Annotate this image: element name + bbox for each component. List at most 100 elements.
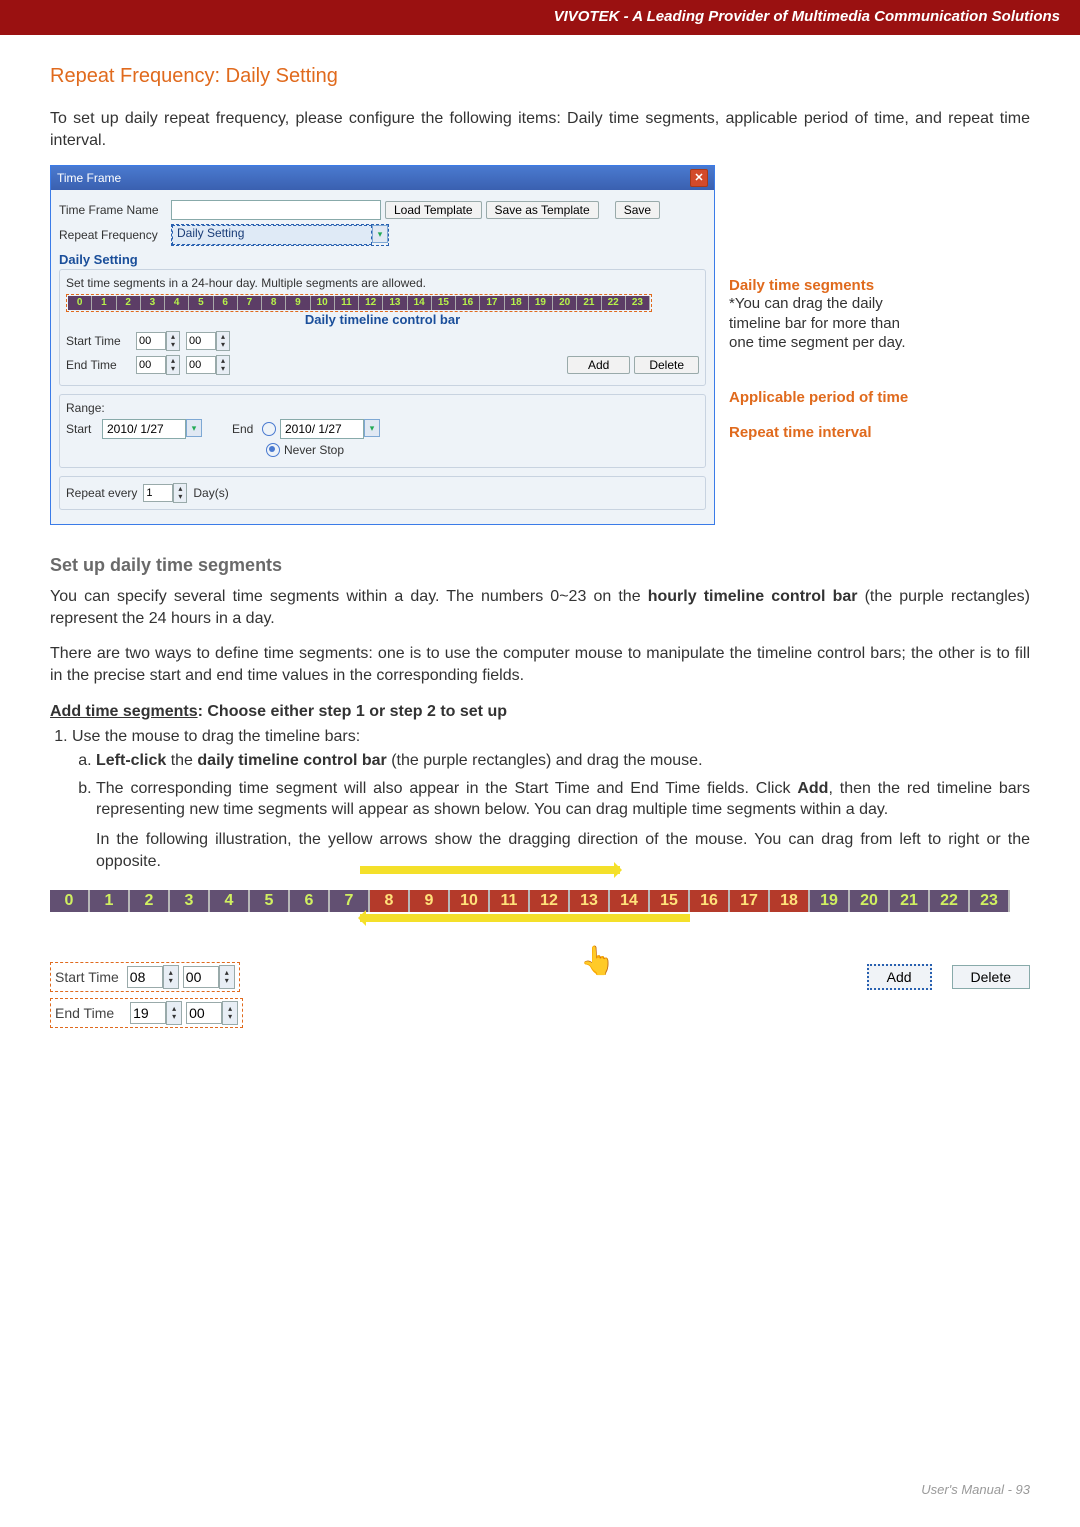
never-stop-radio[interactable] [266, 443, 280, 457]
timeline-hour-cell[interactable]: 21 [577, 296, 601, 310]
timeline-hour-cell[interactable]: 0 [68, 296, 92, 310]
timeline-hour-cell[interactable]: 13 [383, 296, 407, 310]
brand-text: VIVOTEK - A Leading Provider of Multimed… [554, 8, 1060, 25]
save-as-template-button[interactable]: Save as Template [486, 201, 599, 219]
timeline-hour-cell[interactable]: 17 [480, 296, 504, 310]
timeline-hour-cell[interactable]: 4 [165, 296, 189, 310]
paragraph-1: You can specify several time segments wi… [50, 586, 1030, 629]
page-footer: User's Manual - 93 [921, 1482, 1030, 1497]
repeat-unit-label: Day(s) [193, 486, 228, 500]
ill2-end-hour[interactable]: ▴▾ [130, 1001, 182, 1025]
big-timeline-cell[interactable]: 18 [770, 890, 810, 912]
annot-period-title: Applicable period of time [729, 389, 929, 406]
start-time-group: Start Time ▴▾ ▴▾ [50, 962, 240, 992]
ill2-delete-button[interactable]: Delete [952, 965, 1030, 989]
big-timeline-cell[interactable]: 7 [330, 890, 370, 912]
big-timeline-cell[interactable]: 20 [850, 890, 890, 912]
timeline-hour-cell[interactable]: 18 [505, 296, 529, 310]
timeline-hour-cell[interactable]: 10 [311, 296, 335, 310]
ill2-add-button[interactable]: Add [867, 964, 932, 990]
drag-illustration: 01234567891011121314151617181920212223 👆… [50, 866, 1030, 1028]
save-button[interactable]: Save [615, 201, 660, 219]
big-timeline-cell[interactable]: 2 [130, 890, 170, 912]
start-hour-stepper[interactable]: ▴▾ [136, 331, 180, 351]
big-timeline-cell[interactable]: 11 [490, 890, 530, 912]
timeline-hour-cell[interactable]: 6 [214, 296, 238, 310]
big-timeline-cell[interactable]: 14 [610, 890, 650, 912]
time-frame-dialog: Time Frame ✕ Time Frame Name Load Templa… [50, 165, 715, 525]
start-min-stepper[interactable]: ▴▾ [186, 331, 230, 351]
end-date-radio[interactable] [262, 422, 276, 436]
delete-button[interactable]: Delete [634, 356, 699, 374]
big-timeline-cell[interactable]: 5 [250, 890, 290, 912]
time-frame-name-input[interactable] [171, 200, 381, 220]
daily-timeline-bar[interactable]: 01234567891011121314151617181920212223 [66, 294, 652, 312]
timeline-hour-cell[interactable]: 2 [117, 296, 141, 310]
timeline-hour-cell[interactable]: 9 [286, 296, 310, 310]
dialog-titlebar: Time Frame ✕ [51, 166, 714, 190]
big-timeline-cell[interactable]: 19 [810, 890, 850, 912]
repeat-frequency-select[interactable]: Daily Setting [172, 225, 372, 245]
big-timeline-cell[interactable]: 9 [410, 890, 450, 912]
chevron-down-icon[interactable]: ▾ [372, 225, 388, 243]
paragraph-2: There are two ways to define time segmen… [50, 643, 1030, 686]
big-timeline-cell[interactable]: 4 [210, 890, 250, 912]
big-timeline-cell[interactable]: 1 [90, 890, 130, 912]
big-timeline-cell[interactable]: 21 [890, 890, 930, 912]
timeline-hour-cell[interactable]: 15 [432, 296, 456, 310]
big-timeline-cell[interactable]: 6 [290, 890, 330, 912]
timeline-hour-cell[interactable]: 14 [408, 296, 432, 310]
segments-note: Set time segments in a 24-hour day. Mult… [66, 276, 699, 290]
big-timeline-cell[interactable]: 12 [530, 890, 570, 912]
range-start-date[interactable] [102, 419, 186, 439]
end-time-label: End Time [66, 358, 136, 372]
chevron-down-icon[interactable]: ▾ [364, 419, 380, 437]
yellow-arrow-right [360, 866, 620, 874]
timeline-hour-cell[interactable]: 8 [262, 296, 286, 310]
dialog-title-text: Time Frame [57, 171, 121, 185]
ill2-end-min[interactable]: ▴▾ [186, 1001, 238, 1025]
timeline-hour-cell[interactable]: 5 [189, 296, 213, 310]
timeline-hour-cell[interactable]: 7 [238, 296, 262, 310]
cursor-hand-icon: 👆 [580, 944, 615, 977]
end-min-stepper[interactable]: ▴▾ [186, 355, 230, 375]
repeat-value-stepper[interactable]: ▴▾ [143, 483, 187, 503]
big-timeline-cell[interactable]: 13 [570, 890, 610, 912]
chevron-down-icon[interactable]: ▾ [186, 419, 202, 437]
range-end-label: End [232, 422, 262, 436]
timeline-hour-cell[interactable]: 12 [359, 296, 383, 310]
big-timeline-cell[interactable]: 17 [730, 890, 770, 912]
range-end-date[interactable] [280, 419, 364, 439]
timeline-hour-cell[interactable]: 1 [92, 296, 116, 310]
annot-daily-segments-title: Daily time segments [729, 277, 929, 294]
repeat-frequency-label: Repeat Frequency [59, 228, 171, 242]
yellow-arrow-left [360, 914, 690, 922]
timeline-hour-cell[interactable]: 23 [626, 296, 650, 310]
big-timeline-cell[interactable]: 22 [930, 890, 970, 912]
ill2-start-hour[interactable]: ▴▾ [127, 965, 179, 989]
big-timeline-cell[interactable]: 16 [690, 890, 730, 912]
big-timeline-cell[interactable]: 15 [650, 890, 690, 912]
add-button[interactable]: Add [567, 356, 630, 374]
big-timeline-cell[interactable]: 0 [50, 890, 90, 912]
timeline-hour-cell[interactable]: 16 [456, 296, 480, 310]
big-timeline-cell[interactable]: 8 [370, 890, 410, 912]
ill2-start-min[interactable]: ▴▾ [183, 965, 235, 989]
end-time-group: End Time ▴▾ ▴▾ [50, 998, 243, 1028]
timeline-hour-cell[interactable]: 11 [335, 296, 359, 310]
big-timeline-cell[interactable]: 10 [450, 890, 490, 912]
add-segments-heading: Add time segments: Choose either step 1 … [50, 701, 1030, 723]
timeline-hour-cell[interactable]: 19 [529, 296, 553, 310]
timeline-hour-cell[interactable]: 3 [141, 296, 165, 310]
header-bar: VIVOTEK - A Leading Provider of Multimed… [0, 0, 1080, 32]
end-hour-stepper[interactable]: ▴▾ [136, 355, 180, 375]
big-timeline[interactable]: 01234567891011121314151617181920212223 [50, 890, 1010, 912]
big-timeline-cell[interactable]: 3 [170, 890, 210, 912]
timeline-hour-cell[interactable]: 22 [602, 296, 626, 310]
timeline-hour-cell[interactable]: 20 [553, 296, 577, 310]
annotation-column: Daily time segments *You can drag the da… [715, 165, 929, 511]
big-timeline-cell[interactable]: 23 [970, 890, 1010, 912]
load-template-button[interactable]: Load Template [385, 201, 482, 219]
close-icon[interactable]: ✕ [690, 169, 708, 187]
step-1a: Left-click the daily timeline control ba… [96, 750, 1030, 772]
